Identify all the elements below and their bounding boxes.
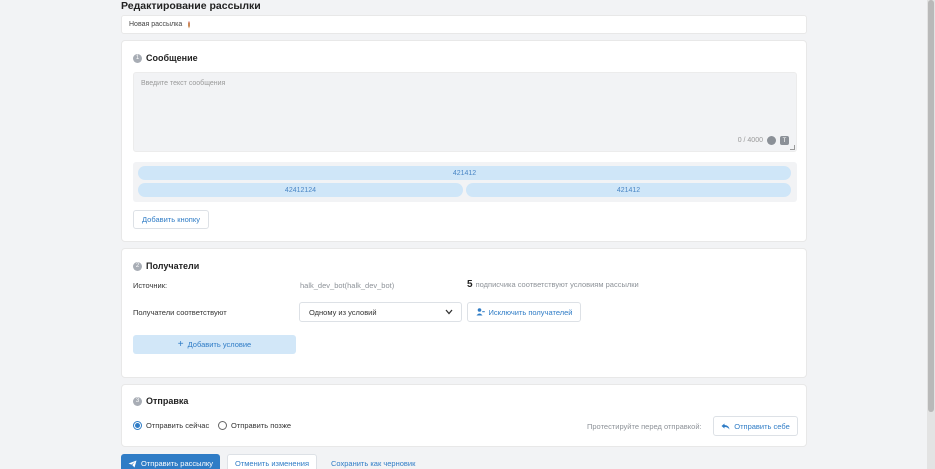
resize-handle-icon[interactable] (790, 145, 795, 150)
radio-label: Отправить сейчас (146, 421, 210, 430)
exclude-recipients-label: Исключить получателей (488, 307, 573, 317)
message-card: 1 Сообщение Введите текст сообщения 0 / … (121, 40, 807, 242)
subscriber-summary: 5 подписчика соответствуют условиям расс… (467, 279, 639, 290)
recipients-section-header: 2 Получатели (133, 261, 199, 271)
step-number: 3 (133, 396, 142, 406)
step-number: 1 (133, 53, 142, 63)
section-title: Сообщение (146, 53, 198, 63)
keyboard-button[interactable]: 421412 (466, 183, 791, 197)
scrollbar[interactable] (927, 0, 935, 469)
user-minus-icon (476, 308, 485, 316)
section-title: Отправка (146, 396, 189, 406)
newsletter-name-bar[interactable]: Новая рассылка (121, 15, 807, 34)
send-to-self-label: Отправить себе (734, 421, 790, 431)
send-to-self-button[interactable]: Отправить себе (713, 416, 798, 436)
source-value: halk_dev_bot(halk_dev_bot) (300, 281, 395, 290)
keyboard-preview: 421412 42412124 421412 (133, 162, 797, 202)
send-now-radio[interactable]: Отправить сейчас (133, 421, 209, 430)
section-title: Получатели (146, 261, 200, 271)
newsletter-name: Новая рассылка (129, 21, 183, 28)
radio-unselected-icon (218, 421, 227, 430)
exclude-recipients-button[interactable]: Исключить получателей (467, 302, 581, 322)
match-select[interactable]: Одному из условий (299, 302, 462, 322)
send-later-radio[interactable]: Отправить позже (218, 421, 291, 430)
save-draft-button[interactable]: Сохранить как черновик (331, 454, 415, 469)
subscriber-text: подписчика соответствуют условиям рассыл… (475, 280, 639, 289)
sending-card: 3 Отправка Отправить сейчас Отправить по… (121, 384, 807, 447)
add-condition-button[interactable]: + Добавить условие (133, 335, 296, 354)
format-icon[interactable]: T (780, 136, 789, 145)
plus-icon: + (177, 338, 184, 350)
match-select-value: Одному из условий (309, 307, 377, 317)
cancel-changes-button[interactable]: Отменить изменения (227, 454, 317, 469)
sending-section-header: 3 Отправка (133, 396, 188, 406)
radio-selected-icon (133, 421, 142, 430)
send-newsletter-button[interactable]: Отправить рассылку (121, 454, 220, 469)
emoji-icon[interactable] (767, 136, 776, 145)
message-section-header: 1 Сообщение (133, 53, 198, 63)
chevron-down-icon (445, 309, 453, 315)
recipients-card: 2 Получатели Источник: halk_dev_bot(halk… (121, 248, 807, 378)
radio-label: Отправить позже (231, 421, 292, 430)
reply-icon (721, 423, 730, 430)
pencil-icon[interactable] (185, 21, 193, 29)
match-label: Получатели соответствуют (133, 308, 227, 317)
test-hint: Протестируйте перед отправкой: (587, 422, 702, 431)
keyboard-button[interactable]: 42412124 (138, 183, 463, 197)
paper-plane-icon (128, 460, 137, 468)
message-placeholder: Введите текст сообщения (141, 80, 226, 87)
character-counter: 0 / 4000 (737, 137, 763, 144)
scrollbar-thumb[interactable] (928, 0, 934, 412)
add-button-button[interactable]: Добавить кнопку (133, 210, 209, 229)
keyboard-button[interactable]: 421412 (138, 166, 791, 180)
send-newsletter-label: Отправить рассылку (141, 459, 213, 468)
source-label: Источник: (133, 281, 168, 290)
subscriber-count: 5 (467, 279, 473, 290)
message-textarea[interactable]: Введите текст сообщения 0 / 4000 T (133, 72, 797, 152)
page-title: Редактирование рассылки (121, 0, 261, 12)
step-number: 2 (133, 261, 142, 271)
add-condition-label: Добавить условие (187, 340, 252, 349)
